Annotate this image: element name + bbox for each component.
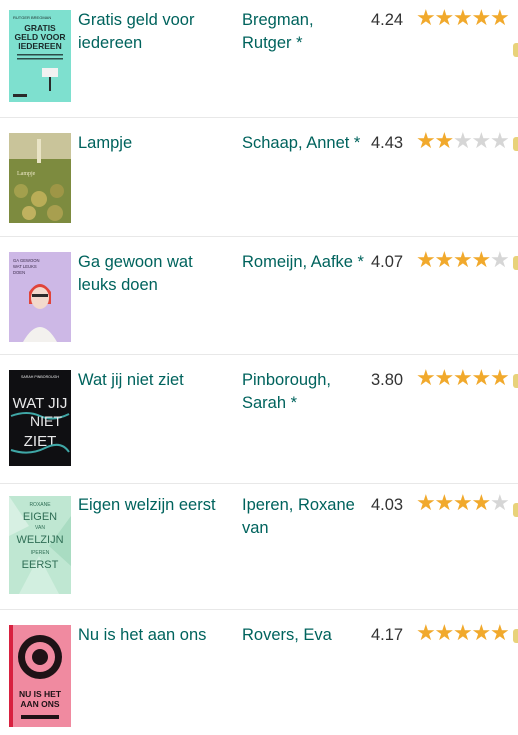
- book-row: RUTGER BREGMAN GRATIS GELD VOOR IEDEREEN…: [0, 0, 518, 118]
- shelf-button-edge[interactable]: [513, 43, 518, 57]
- svg-text:SARAH PINBOROUGH: SARAH PINBOROUGH: [21, 375, 59, 379]
- book-row: SARAH PINBOROUGH WAT JIJ NIET ZIET Wat j…: [0, 354, 518, 484]
- average-rating: 4.03: [371, 496, 404, 514]
- star-icon[interactable]: ★: [472, 493, 492, 515]
- star-icon[interactable]: ★: [472, 131, 492, 153]
- svg-text:Lampje: Lampje: [17, 171, 36, 177]
- star-icon[interactable]: ★: [416, 623, 436, 645]
- svg-text:RUTGER BREGMAN: RUTGER BREGMAN: [13, 15, 51, 20]
- svg-text:ZIET: ZIET: [24, 433, 57, 450]
- star-rating[interactable]: ★ ★ ★ ★ ★: [416, 8, 516, 31]
- svg-text:VAN: VAN: [35, 525, 45, 531]
- star-rating[interactable]: ★ ★ ★ ★ ★: [416, 368, 516, 391]
- book-title[interactable]: Nu is het aan ons: [78, 624, 238, 647]
- star-icon[interactable]: ★: [490, 250, 510, 272]
- book-title[interactable]: Ga gewoon wat leuks doen: [78, 251, 228, 297]
- star-icon[interactable]: ★: [490, 8, 510, 30]
- book-row: Lampje Lampje Schaap, Annet * 4.43 ★ ★ ★ ★ ★: [0, 117, 518, 237]
- shelf-button-edge[interactable]: [513, 137, 518, 151]
- book-cover[interactable]: RUTGER BREGMAN GRATIS GELD VOOR IEDEREEN: [9, 10, 71, 102]
- book-row: ROXANE EIGEN VAN WELZIJN IPEREN EERST Ei…: [0, 483, 518, 610]
- svg-text:WELZIJN: WELZIJN: [16, 534, 63, 546]
- book-row: NU IS HET AAN ONS Nu is het aan ons Rove…: [0, 609, 518, 735]
- average-rating: 4.24: [371, 11, 404, 29]
- svg-text:EERST: EERST: [22, 559, 59, 571]
- star-icon[interactable]: ★: [453, 493, 473, 515]
- star-icon[interactable]: ★: [490, 368, 510, 390]
- star-icon[interactable]: ★: [453, 8, 473, 30]
- star-icon[interactable]: ★: [416, 368, 436, 390]
- book-cover[interactable]: NU IS HET AAN ONS: [9, 625, 71, 727]
- shelf-button-edge[interactable]: [513, 256, 518, 270]
- svg-text:DOEN: DOEN: [13, 270, 25, 275]
- average-rating: 4.17: [371, 626, 404, 644]
- star-icon[interactable]: ★: [472, 368, 492, 390]
- star-icon[interactable]: ★: [453, 131, 473, 153]
- svg-text:ROXANE: ROXANE: [29, 502, 51, 508]
- svg-text:NU IS HET: NU IS HET: [19, 689, 62, 699]
- star-icon[interactable]: ★: [435, 368, 455, 390]
- book-author[interactable]: Romeijn, Aafke *: [242, 251, 366, 274]
- book-author[interactable]: Rovers, Eva: [242, 624, 366, 647]
- svg-text:EIGEN: EIGEN: [23, 511, 57, 523]
- average-rating: 4.43: [371, 134, 404, 152]
- star-icon[interactable]: ★: [416, 8, 436, 30]
- star-icon[interactable]: ★: [416, 250, 436, 272]
- book-title[interactable]: Lampje: [78, 132, 228, 155]
- average-rating: 4.07: [371, 253, 404, 271]
- shelf-button-edge[interactable]: [513, 503, 518, 517]
- star-icon[interactable]: ★: [472, 250, 492, 272]
- star-icon[interactable]: ★: [435, 623, 455, 645]
- star-icon[interactable]: ★: [490, 131, 510, 153]
- star-icon[interactable]: ★: [472, 623, 492, 645]
- book-author[interactable]: Iperen, Roxane van: [242, 494, 366, 540]
- star-icon[interactable]: ★: [453, 368, 473, 390]
- star-rating[interactable]: ★ ★ ★ ★ ★: [416, 493, 516, 516]
- average-rating: 3.80: [371, 371, 404, 389]
- star-icon[interactable]: ★: [435, 493, 455, 515]
- book-author[interactable]: Bregman, Rutger *: [242, 9, 366, 55]
- star-rating[interactable]: ★ ★ ★ ★ ★: [416, 250, 516, 273]
- book-cover[interactable]: GA GEWOON WAT LEUKS DOEN: [9, 252, 71, 342]
- svg-text:IEDEREEN: IEDEREEN: [18, 41, 61, 51]
- svg-text:NIET: NIET: [30, 413, 62, 429]
- star-icon[interactable]: ★: [453, 250, 473, 272]
- svg-text:AAN ONS: AAN ONS: [20, 699, 60, 709]
- star-rating[interactable]: ★ ★ ★ ★ ★: [416, 131, 516, 154]
- star-icon[interactable]: ★: [416, 131, 436, 153]
- book-title[interactable]: Eigen welzijn eerst: [78, 494, 238, 517]
- svg-text:GA GEWOON: GA GEWOON: [13, 258, 40, 263]
- shelf-button-edge[interactable]: [513, 629, 518, 643]
- book-cover[interactable]: SARAH PINBOROUGH WAT JIJ NIET ZIET: [9, 370, 71, 466]
- shelf-button-edge[interactable]: [513, 374, 518, 388]
- book-cover[interactable]: Lampje: [9, 133, 71, 223]
- book-author[interactable]: Pinborough, Sarah *: [242, 369, 366, 415]
- book-cover[interactable]: ROXANE EIGEN VAN WELZIJN IPEREN EERST: [9, 496, 71, 594]
- star-icon[interactable]: ★: [490, 493, 510, 515]
- book-title[interactable]: Gratis geld voor iedereen: [78, 9, 228, 55]
- book-title[interactable]: Wat jij niet ziet: [78, 369, 228, 392]
- star-icon[interactable]: ★: [435, 131, 455, 153]
- svg-text:WAT LEUKS: WAT LEUKS: [13, 264, 37, 269]
- star-icon[interactable]: ★: [453, 623, 473, 645]
- svg-text:IPEREN: IPEREN: [31, 550, 50, 556]
- book-row: GA GEWOON WAT LEUKS DOEN Ga gewoon wat l…: [0, 236, 518, 355]
- svg-text:WAT JIJ: WAT JIJ: [13, 395, 68, 412]
- star-icon[interactable]: ★: [416, 493, 436, 515]
- star-icon[interactable]: ★: [490, 623, 510, 645]
- star-rating[interactable]: ★ ★ ★ ★ ★: [416, 623, 516, 646]
- star-icon[interactable]: ★: [435, 8, 455, 30]
- star-icon[interactable]: ★: [472, 8, 492, 30]
- star-icon[interactable]: ★: [435, 250, 455, 272]
- book-author[interactable]: Schaap, Annet *: [242, 132, 366, 155]
